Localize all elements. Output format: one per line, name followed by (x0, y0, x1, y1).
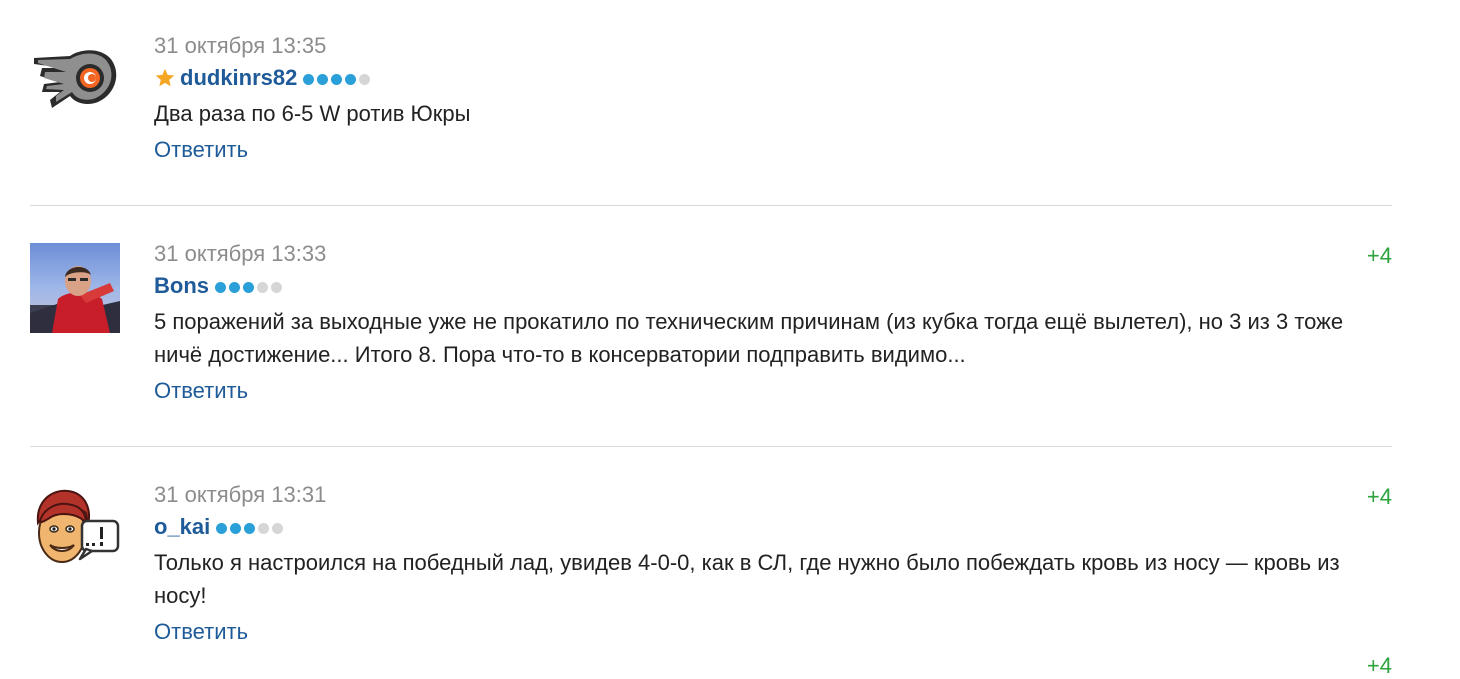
comment-text: 5 поражений за выходные уже не прокатило… (154, 309, 1344, 367)
cartoon-face-avatar-icon (30, 483, 120, 573)
rating-dot-inactive (258, 523, 270, 534)
rating-dot-active (317, 74, 329, 85)
reply-button[interactable]: Ответить (154, 619, 248, 645)
author-line: dudkinrs82 (154, 65, 1392, 91)
username-link[interactable]: dudkinrs82 (180, 65, 297, 91)
comment-item: 31 октября 13:31 o_kai Только я настроил… (30, 447, 1392, 653)
rating-dot-active (229, 282, 240, 293)
user-rating-dots (303, 74, 373, 85)
rating-dot-active (215, 282, 226, 293)
reply-button[interactable]: Ответить (154, 137, 248, 163)
comment-text: Два раза по 6-5 W ротив Юкры (154, 101, 471, 126)
rating-dot-inactive (257, 282, 268, 293)
user-rating-dots (215, 282, 285, 293)
author-line: o_kai (154, 514, 1392, 540)
comment-date: 31 октября 13:35 (154, 33, 327, 58)
avatar[interactable] (30, 36, 120, 126)
author-line: Bons (154, 273, 1392, 299)
comment-score: +4 (1366, 653, 1392, 678)
comment-body: 31 октября 13:33 Bons 5 поражений за вых… (154, 241, 1392, 404)
username-link[interactable]: o_kai (154, 514, 210, 540)
comment-score: +4 (1366, 484, 1392, 509)
rating-dot-active (345, 74, 357, 85)
rating-dot-active (243, 282, 254, 293)
rating-dot-active (331, 74, 343, 85)
comment-date: 31 октября 13:33 (154, 241, 327, 266)
rating-dot-inactive (271, 282, 282, 293)
comments-list: 31 октября 13:35 dudkinrs82 Два раза по … (30, 0, 1392, 678)
comment-item: 31 октября 13:35 dudkinrs82 Два раза по … (30, 0, 1392, 206)
comment-body: 31 октября 13:31 o_kai Только я настроил… (154, 482, 1392, 645)
avatar[interactable] (30, 243, 120, 333)
comment-score: +4 (1366, 243, 1392, 268)
rating-dot-inactive (359, 74, 371, 85)
user-rating-dots (216, 523, 286, 534)
rating-dot-inactive (272, 523, 284, 534)
comment-item: 31 октября 13:33 Bons 5 поражений за вых… (30, 206, 1392, 447)
photo-avatar-icon (30, 243, 120, 333)
star-icon (155, 68, 175, 87)
rating-dot-active (230, 523, 242, 534)
comment-text: Только я настроился на победный лад, уви… (154, 550, 1340, 608)
comment-date: 31 октября 13:31 (154, 482, 327, 507)
rating-dot-active (244, 523, 256, 534)
rating-dot-active (216, 523, 228, 534)
rating-dot-active (303, 74, 315, 85)
flyers-logo-icon (30, 36, 120, 126)
comment-body: 31 октября 13:35 dudkinrs82 Два раза по … (154, 33, 1392, 163)
avatar[interactable] (30, 483, 120, 573)
username-link[interactable]: Bons (154, 273, 209, 299)
reply-button[interactable]: Ответить (154, 378, 248, 404)
